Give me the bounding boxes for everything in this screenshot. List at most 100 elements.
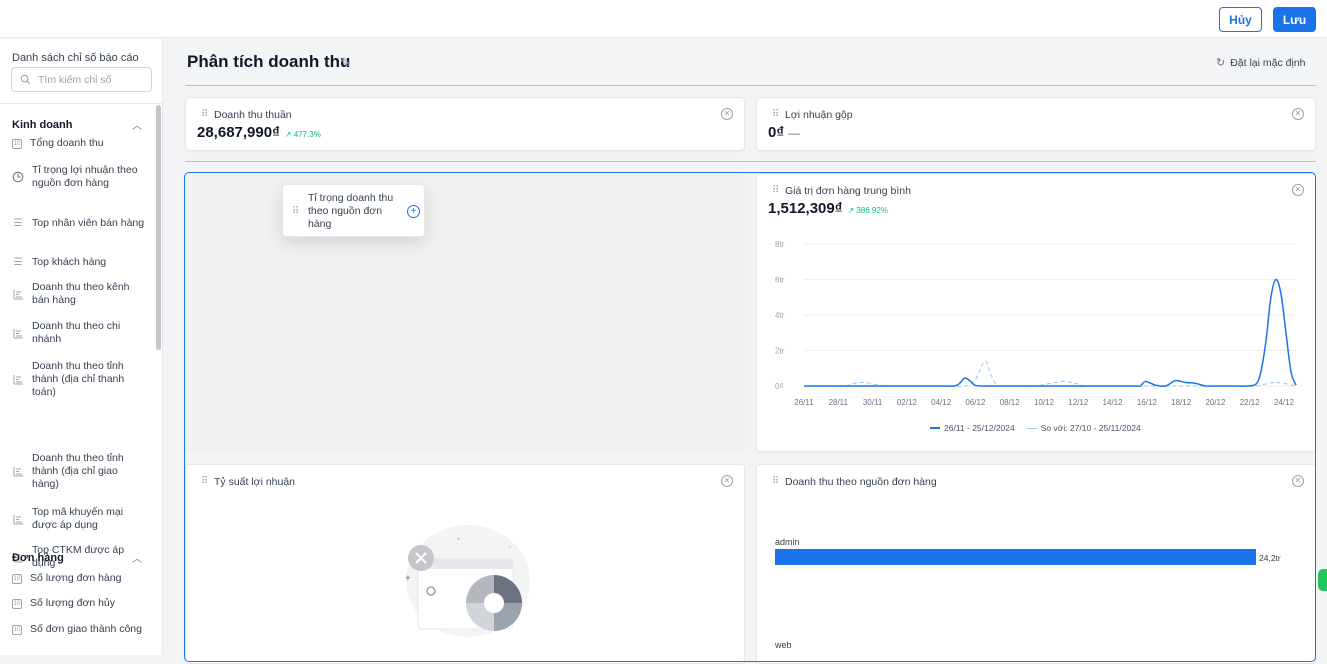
card-title: Lợi nhuận gộp xyxy=(785,109,853,121)
legend-label-current: 26/11 - 25/12/2024 xyxy=(944,423,1015,433)
chart-legend: 26/11 - 25/12/2024 So với: 27/10 - 25/11… xyxy=(930,423,1141,433)
x-tick-label: 12/12 xyxy=(1068,398,1089,407)
sidebar-item-tinh-thanh-giao-hang[interactable]: Doanh thu theo tỉnh thành (địa chỉ giao … xyxy=(12,452,147,491)
kpi-value-row: 0₫ — xyxy=(768,124,800,141)
x-tick-label: 04/12 xyxy=(931,398,952,407)
card-profit-margin[interactable]: ⠿ Tỷ suất lợi nhuận ✕ ✦ ✦ • xyxy=(185,464,745,664)
drag-handle-icon[interactable]: ⠿ xyxy=(201,109,208,120)
sidebar-item-so-luong-don-huy[interactable]: 10 Số lượng đơn hủy xyxy=(12,597,147,610)
drag-handle-icon[interactable]: ⠿ xyxy=(201,476,208,487)
card-net-revenue[interactable]: ⠿ Doanh thu thuần ✕ 28,687,990₫ ↗ 477.3% xyxy=(185,97,745,151)
drag-handle-icon[interactable]: ⠿ xyxy=(772,109,779,120)
sidebar-item-so-luong-don-hang[interactable]: 10 Số lượng đơn hàng xyxy=(12,572,147,585)
sidebar-item-chi-nhanh[interactable]: Doanh thu theo chi nhánh xyxy=(12,320,147,346)
bar-chart-icon xyxy=(12,327,24,339)
page-title: Phân tích doanh thu xyxy=(187,52,351,71)
sidebar-item-label: Số lượng đơn hàng xyxy=(30,572,122,584)
pencil-icon[interactable]: ✎ xyxy=(340,55,351,71)
bar-chart-icon xyxy=(12,374,24,386)
x-tick-label: 02/12 xyxy=(897,398,918,407)
drag-handle-icon[interactable]: ⠿ xyxy=(772,476,779,487)
card-title: Doanh thu theo nguồn đơn hàng xyxy=(785,476,937,488)
empty-state-illustration-icon: ✦ ✦ • xyxy=(404,525,530,637)
metrics-sidebar: Danh sách chỉ số báo cáo Kinh doanh ︿ 10… xyxy=(0,39,163,655)
number-box-icon: 10 xyxy=(12,624,22,635)
number-box-icon: 10 xyxy=(12,138,22,149)
chat-widget-tab[interactable] xyxy=(1318,569,1327,591)
top-bar: Hủy Lưu xyxy=(0,0,1327,38)
kpi-value-row: 28,687,990₫ ↗ 477.3% xyxy=(197,124,321,141)
legend-swatch-current xyxy=(930,427,940,429)
bar-chart-icon xyxy=(12,288,24,300)
sidebar-item-top-khach-hang[interactable]: ☰ Top khách hàng xyxy=(12,256,147,269)
series-line-current xyxy=(804,278,1297,388)
kpi-delta: — xyxy=(788,126,801,140)
y-tick-label: 2tr xyxy=(775,347,785,356)
x-tick-label: 16/12 xyxy=(1137,398,1158,407)
number-box-icon: 10 xyxy=(12,598,22,609)
reset-default-button[interactable]: ↻ Đặt lại mặc định xyxy=(1216,56,1306,70)
search-box[interactable] xyxy=(11,67,152,92)
sidebar-item-label: Top khách hàng xyxy=(32,256,107,268)
bar-category-label: admin xyxy=(775,537,800,547)
sidebar-item-label: Top nhân viên bán hàng xyxy=(32,217,145,229)
x-tick-label: 14/12 xyxy=(1103,398,1124,407)
svg-text:✦: ✦ xyxy=(456,536,461,543)
sidebar-item-ma-khuyen-mai[interactable]: Top mã khuyến mại được áp dụng xyxy=(12,506,147,532)
sidebar-item-label: Doanh thu theo tỉnh thành (địa chỉ giao … xyxy=(32,452,124,490)
chevron-up-icon[interactable]: ︿ xyxy=(132,117,142,132)
plus-circle-icon[interactable]: + xyxy=(407,205,420,218)
sidebar-item-tinh-thanh-thanh-toan[interactable]: Doanh thu theo tỉnh thành (địa chỉ thanh… xyxy=(12,360,147,399)
close-icon[interactable]: ✕ xyxy=(1292,108,1304,120)
y-tick-label: 6tr xyxy=(775,276,785,285)
sidebar-item-label: Tổng doanh thu xyxy=(30,137,104,149)
drop-indicator-line xyxy=(185,161,1316,162)
x-tick-label: 30/11 xyxy=(863,398,883,407)
card-title: Tỷ suất lợi nhuận xyxy=(214,476,296,488)
search-input[interactable] xyxy=(38,73,148,86)
drag-handle-icon[interactable]: ⠿ xyxy=(292,206,299,217)
close-icon[interactable]: ✕ xyxy=(1292,475,1304,487)
close-icon[interactable]: ✕ xyxy=(721,475,733,487)
sidebar-item-label: Doanh thu theo kênh bán hàng xyxy=(32,281,130,306)
series-line-compare xyxy=(804,360,1297,387)
x-tick-label: 28/11 xyxy=(829,398,849,407)
drag-preview-label: Tỉ trọng doanh thu theo nguồn đơn hàng xyxy=(308,192,394,230)
svg-text:•: • xyxy=(509,545,511,551)
bar-chart-icon xyxy=(12,513,24,525)
legend-swatch-compare xyxy=(1026,427,1037,429)
x-tick-label: 26/11 xyxy=(794,398,814,407)
drop-zone[interactable] xyxy=(185,173,745,452)
sidebar-item-tong-doanh-thu[interactable]: 10 Tổng doanh thu xyxy=(12,137,147,150)
chevron-up-icon[interactable]: ︿ xyxy=(132,550,142,565)
x-tick-label: 08/12 xyxy=(1000,398,1021,407)
pie-clock-icon xyxy=(12,171,24,183)
kpi-delta: ↗ 477.3% xyxy=(284,130,321,139)
card-title: Doanh thu thuần xyxy=(214,109,292,121)
close-icon[interactable]: ✕ xyxy=(721,108,733,120)
bar-category-label: web xyxy=(775,640,792,650)
list-icon: ☰ xyxy=(13,218,23,229)
sidebar-title: Danh sách chỉ số báo cáo xyxy=(12,52,139,64)
sidebar-item-top-nhan-vien[interactable]: ☰ Top nhân viên bán hàng xyxy=(12,217,147,230)
search-icon xyxy=(20,74,32,86)
kpi-value: 28,687,990₫ xyxy=(197,124,280,141)
x-tick-label: 06/12 xyxy=(965,398,986,407)
y-tick-label: 4tr xyxy=(775,311,785,320)
cancel-button[interactable]: Hủy xyxy=(1219,7,1262,32)
x-tick-label: 24/12 xyxy=(1274,398,1295,407)
sidebar-item-label: Số đơn giao thành công xyxy=(30,623,142,635)
drag-preview-card[interactable]: ⠿ Tỉ trọng doanh thu theo nguồn đơn hàng… xyxy=(282,184,425,237)
sidebar-item-ti-trong-loi-nhuan[interactable]: Tỉ trọng lợi nhuận theo nguồn đơn hàng xyxy=(12,164,147,190)
x-tick-label: 18/12 xyxy=(1171,398,1192,407)
sidebar-group-kinh-doanh[interactable]: Kinh doanh xyxy=(12,119,73,131)
card-gross-profit[interactable]: ⠿ Lợi nhuận gộp ✕ 0₫ — xyxy=(756,97,1316,151)
sidebar-item-kenh-ban-hang[interactable]: Doanh thu theo kênh bán hàng xyxy=(12,281,147,307)
sidebar-scrollbar[interactable] xyxy=(156,105,161,350)
line-chart: 0₫ 2tr 4tr 6tr 8tr 26/11 28/11 30/11 02/12 04/12 0… xyxy=(775,240,1297,407)
sidebar-item-label: Số lượng đơn hủy xyxy=(30,597,116,609)
save-button[interactable]: Lưu xyxy=(1273,7,1316,32)
sidebar-item-don-giao-thanh-cong[interactable]: 10 Số đơn giao thành công xyxy=(12,623,147,636)
sidebar-group-don-hang[interactable]: Đơn hàng xyxy=(12,552,64,564)
bar-chart-icon xyxy=(12,466,24,478)
